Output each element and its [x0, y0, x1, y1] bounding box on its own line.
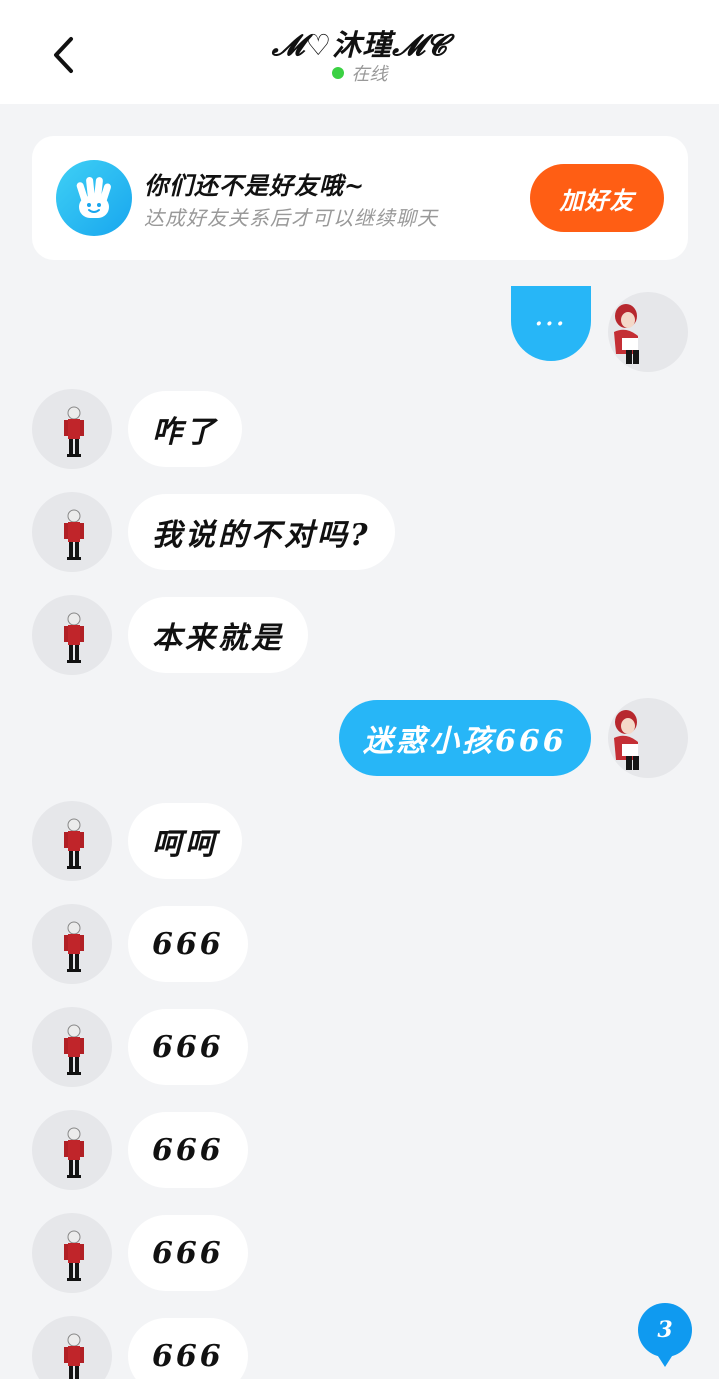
sent-message-bubble[interactable]: ··· [511, 286, 591, 361]
contact-avatar[interactable] [32, 904, 112, 984]
contact-avatar[interactable] [32, 1110, 112, 1190]
contact-avatar[interactable] [32, 492, 112, 572]
online-status: 在线 [0, 60, 719, 86]
hand-wave-icon [56, 160, 132, 236]
contact-avatar[interactable] [32, 1316, 112, 1379]
contact-name[interactable]: 𝓜♡沐瑾𝓜𝓒 [0, 22, 719, 64]
received-message-bubble[interactable]: 666 [128, 1215, 248, 1291]
contact-avatar[interactable] [32, 389, 112, 469]
contact-avatar[interactable] [32, 1007, 112, 1087]
add-friend-banner: 你们还不是好友哦~ 达成好友关系后才可以继续聊天 加好友 [32, 136, 688, 260]
sent-message-bubble[interactable]: 迷惑小孩666 [339, 700, 591, 776]
received-message-bubble[interactable]: 666 [128, 906, 248, 982]
my-avatar[interactable] [608, 292, 688, 372]
received-message-bubble[interactable]: 呵呵 [128, 803, 242, 879]
contact-avatar[interactable] [32, 801, 112, 881]
received-message-bubble[interactable]: 666 [128, 1318, 248, 1379]
contact-avatar[interactable] [32, 595, 112, 675]
received-message-bubble[interactable]: 咋了 [128, 391, 242, 467]
new-messages-badge[interactable]: 3 [638, 1303, 692, 1367]
contact-avatar[interactable] [32, 1213, 112, 1293]
received-message-bubble[interactable]: 666 [128, 1112, 248, 1188]
received-message-bubble[interactable]: 666 [128, 1009, 248, 1085]
my-avatar[interactable] [608, 698, 688, 778]
status-label: 在线 [351, 64, 388, 85]
banner-subtitle: 达成好友关系后才可以继续聊天 [144, 206, 438, 230]
received-message-bubble[interactable]: 我说的不对吗? [128, 494, 395, 570]
add-friend-button[interactable]: 加好友 [530, 164, 664, 232]
received-message-bubble[interactable]: 本来就是 [128, 597, 308, 673]
online-dot-icon [331, 67, 344, 79]
banner-title: 你们还不是好友哦~ [144, 171, 366, 200]
chat-header: 𝓜♡沐瑾𝓜𝓒 在线 [0, 0, 719, 104]
